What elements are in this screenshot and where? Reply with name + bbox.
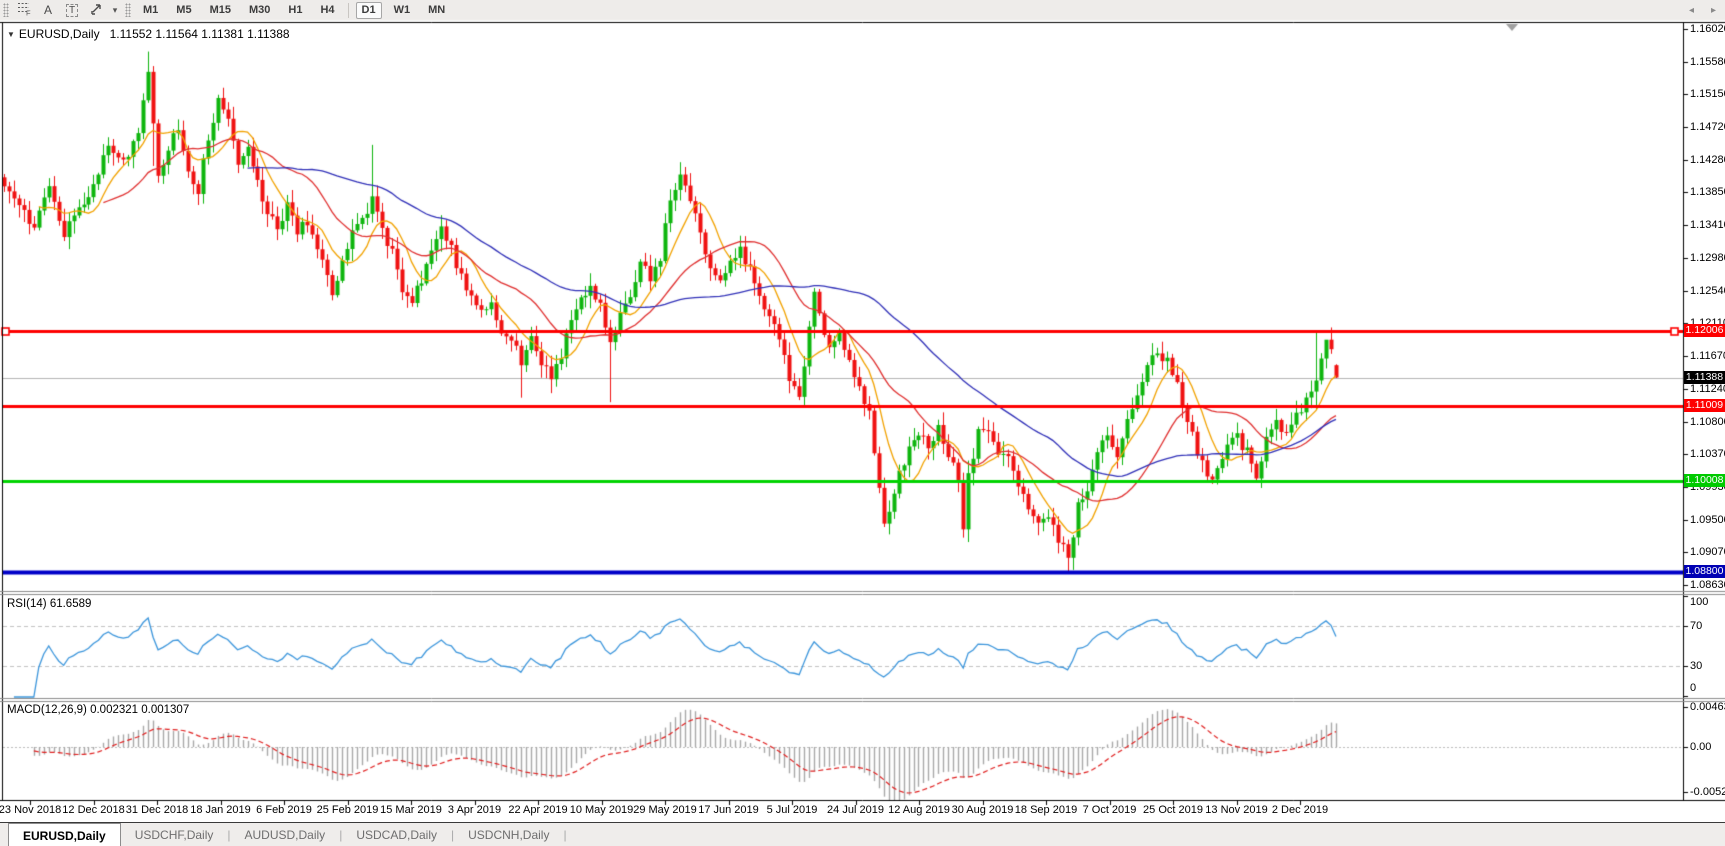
date-axis-label: 25 Feb 2019 xyxy=(317,804,379,816)
date-axis-label: 12 Aug 2019 xyxy=(888,804,950,816)
chart-title: ▼ EURUSD,Daily 1.11552 1.11564 1.11381 1.1… xyxy=(7,27,290,41)
current-price-badge: 1.11388 xyxy=(1684,371,1725,384)
hline-price-badge[interactable]: 1.08800 xyxy=(1684,565,1725,578)
price-axis-label: 1.16020 xyxy=(1690,23,1725,35)
tab-eurusd-daily[interactable]: EURUSD,Daily xyxy=(8,823,121,846)
tab-usdchf-daily[interactable]: USDCHF,Daily xyxy=(121,823,228,846)
date-axis-label: 22 Apr 2019 xyxy=(508,804,567,816)
chart-symbol-period: EURUSD,Daily xyxy=(19,27,100,41)
chart-tab-bar: EURUSD,Daily USDCHF,Daily | AUDUSD,Daily… xyxy=(0,822,1725,846)
trading-terminal: F A T ▾ M1 M5 M15 M30 H1 H4 D1 W1 MN ▼E xyxy=(0,0,1725,846)
date-axis-label: 10 May 2019 xyxy=(570,804,634,816)
price-chart-canvas[interactable] xyxy=(0,0,1725,846)
date-axis-label: 17 Jun 2019 xyxy=(698,804,759,816)
date-axis-label: 6 Feb 2019 xyxy=(256,804,312,816)
macd-axis-label: -0.005299 xyxy=(1690,786,1725,798)
tab-usdcnh-daily[interactable]: USDCNH,Daily xyxy=(454,823,563,846)
price-axis-label: 1.12980 xyxy=(1690,252,1725,264)
date-axis-label: 29 May 2019 xyxy=(633,804,697,816)
price-axis-label: 1.14720 xyxy=(1690,121,1725,133)
date-axis-label: 5 Jul 2019 xyxy=(767,804,818,816)
tab-scroll-left-arrow[interactable]: ◂ xyxy=(1689,5,1694,16)
macd-axis-label: 0.00463 xyxy=(1690,701,1725,713)
date-axis-label: 3 Apr 2019 xyxy=(448,804,501,816)
rsi-axis-label: 30 xyxy=(1690,660,1702,672)
price-axis-label: 1.10800 xyxy=(1690,416,1725,428)
date-axis-label: 24 Jul 2019 xyxy=(827,804,884,816)
price-axis-label: 1.15150 xyxy=(1690,88,1725,100)
hline-price-badge[interactable]: 1.10008 xyxy=(1684,474,1725,487)
price-axis-label: 1.08630 xyxy=(1690,579,1725,591)
date-axis-label: 31 Dec 2018 xyxy=(126,804,188,816)
price-axis-label: 1.10370 xyxy=(1690,448,1725,460)
date-axis-label: 23 Nov 2018 xyxy=(0,804,61,816)
rsi-axis-label: 70 xyxy=(1690,620,1702,632)
date-axis-label: 18 Sep 2019 xyxy=(1015,804,1077,816)
macd-axis-label: 0.00 xyxy=(1690,741,1711,753)
date-axis-label: 25 Oct 2019 xyxy=(1143,804,1203,816)
price-axis-label: 1.11670 xyxy=(1690,350,1725,362)
price-axis-label: 1.11240 xyxy=(1690,383,1725,395)
date-axis-label: 18 Jan 2019 xyxy=(190,804,251,816)
price-axis-label: 1.12540 xyxy=(1690,285,1725,297)
date-axis-label: 7 Oct 2019 xyxy=(1083,804,1137,816)
price-axis-label: 1.13410 xyxy=(1690,219,1725,231)
tab-usdcad-daily[interactable]: USDCAD,Daily xyxy=(342,823,451,846)
rsi-indicator-label: RSI(14) 61.6589 xyxy=(7,598,91,610)
tab-separator: | xyxy=(563,828,566,842)
price-axis-label: 1.13850 xyxy=(1690,186,1725,198)
hline-price-badge[interactable]: 1.11009 xyxy=(1684,399,1725,412)
rsi-axis-label: 0 xyxy=(1690,682,1696,694)
date-axis-label: 2 Dec 2019 xyxy=(1272,804,1328,816)
price-axis-label: 1.14280 xyxy=(1690,154,1725,166)
price-axis-label: 1.09070 xyxy=(1690,546,1725,558)
tab-audusd-daily[interactable]: AUDUSD,Daily xyxy=(231,823,340,846)
price-axis-label: 1.15580 xyxy=(1690,56,1725,68)
date-axis-label: 12 Dec 2018 xyxy=(62,804,124,816)
hline-price-badge[interactable]: 1.12006 xyxy=(1684,324,1725,337)
price-axis-label: 1.09500 xyxy=(1690,514,1725,526)
tab-scroll-right-arrow[interactable]: ▸ xyxy=(1711,5,1716,16)
date-axis-label: 13 Nov 2019 xyxy=(1205,804,1267,816)
rsi-axis-label: 100 xyxy=(1690,596,1708,608)
date-axis-label: 15 Mar 2019 xyxy=(380,804,442,816)
collapse-caret-icon[interactable]: ▼ xyxy=(7,30,15,39)
chart-ohlc-values: 1.11552 1.11564 1.11381 1.11388 xyxy=(110,27,290,41)
macd-indicator-label: MACD(12,26,9) 0.002321 0.001307 xyxy=(7,704,189,716)
date-axis-label: 30 Aug 2019 xyxy=(952,804,1014,816)
